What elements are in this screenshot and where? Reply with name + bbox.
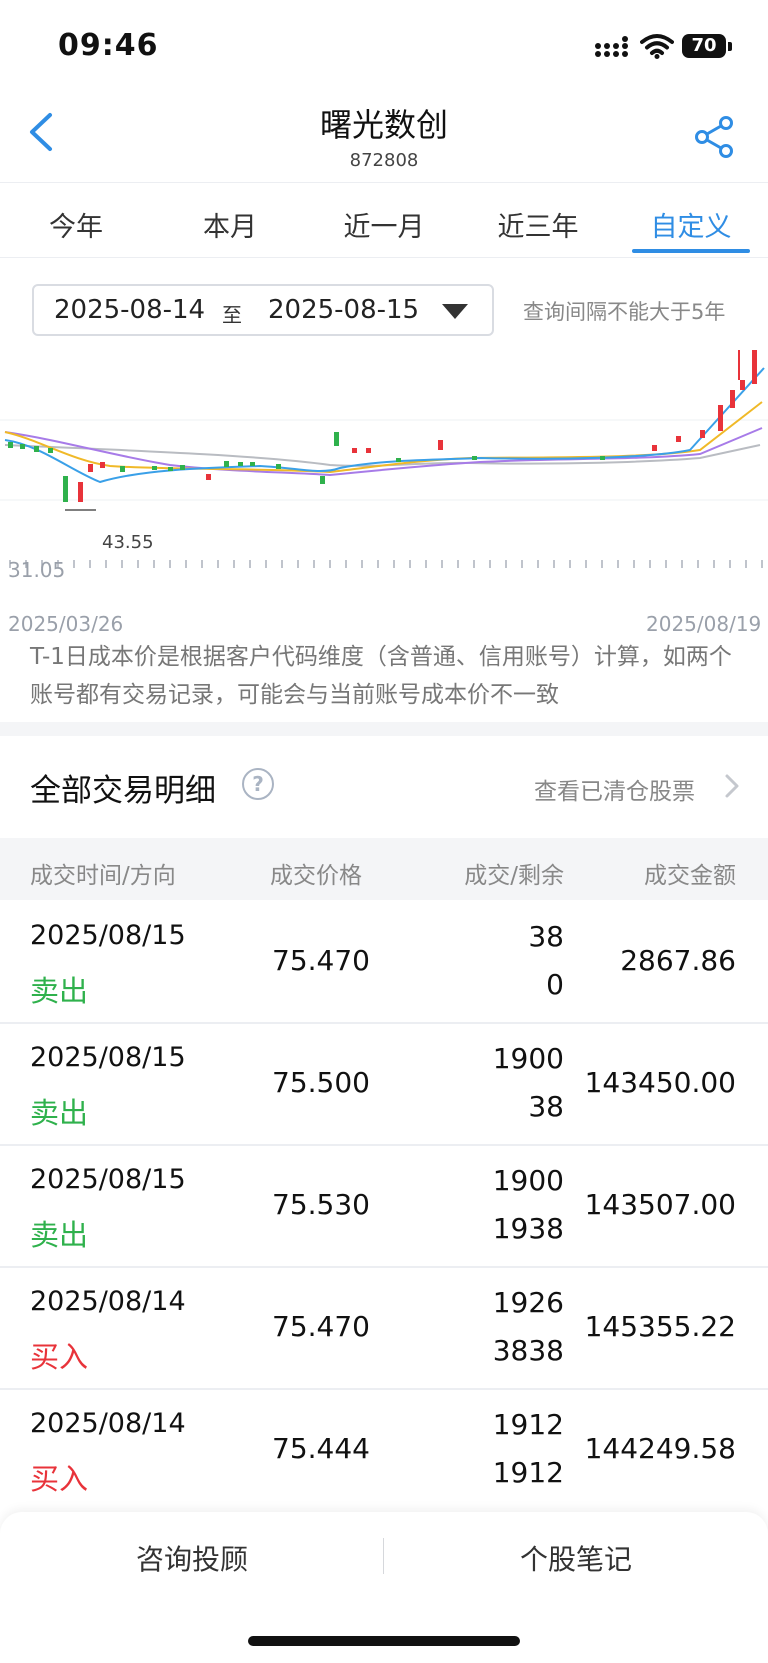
chevron-right-icon[interactable]	[724, 773, 740, 799]
candles-red	[78, 350, 757, 502]
trade-date: 2025/08/14	[30, 1408, 186, 1439]
home-indicator[interactable]	[248, 1636, 520, 1646]
table-row[interactable]: 2025/08/14 买入 75.444 1912 1912 144249.58	[0, 1388, 768, 1510]
date-range-picker[interactable]: 2025-08-14 至 2025-08-15	[32, 284, 494, 336]
page-title: 曙光数创	[319, 106, 448, 144]
date-range-hint: 查询间隔不能大于5年	[523, 300, 726, 324]
table-row[interactable]: 2025/08/14 买入 75.470 1926 3838 145355.22	[0, 1266, 768, 1390]
trade-amount: 144249.58	[584, 1432, 736, 1465]
header-qty-remaining: 成交/剩余	[464, 863, 564, 889]
trade-remaining: 1912	[492, 1456, 564, 1489]
table-header: 成交时间/方向 成交价格 成交/剩余 成交金额	[0, 838, 768, 900]
tab-last-three-years[interactable]: 近三年	[468, 205, 608, 244]
trade-direction: 卖出	[30, 974, 89, 1008]
end-date[interactable]: 2025-08-15	[268, 295, 419, 325]
table-row[interactable]: 2025/08/15 卖出 75.500 1900 38 143450.00	[0, 1022, 768, 1146]
tab-active-indicator	[632, 249, 750, 253]
trade-price: 75.500	[272, 1066, 370, 1099]
share-icon[interactable]	[694, 116, 736, 158]
status-time: 09:46	[58, 28, 159, 63]
ma-line-purple	[4, 427, 763, 477]
trade-price: 75.444	[272, 1432, 370, 1465]
trade-date: 2025/08/14	[30, 1286, 186, 1317]
section-divider	[0, 722, 768, 736]
trade-amount: 145355.22	[584, 1310, 736, 1343]
tab-custom[interactable]: 自定义	[621, 205, 761, 244]
help-icon[interactable]: ?	[242, 768, 274, 800]
view-cleared-stocks-link[interactable]: 查看已清仓股票	[534, 772, 695, 806]
period-tabs: 今年 本月 近一月 近三年 自定义	[0, 182, 768, 258]
trade-price: 75.470	[272, 1310, 370, 1343]
header-price: 成交价格	[270, 863, 362, 889]
table-row[interactable]: 2025/08/15 卖出 75.530 1900 1938 143507.00	[0, 1144, 768, 1268]
trade-qty: 1900	[492, 1164, 564, 1197]
header-time-direction: 成交时间/方向	[30, 863, 176, 889]
table-row[interactable]: 2025/08/15 卖出 75.470 38 0 2867.86	[0, 900, 768, 1024]
trade-direction: 卖出	[30, 1096, 89, 1130]
trade-amount: 143450.00	[584, 1066, 736, 1099]
battery-icon: 70	[682, 34, 726, 58]
cellular-signal-icon	[595, 36, 628, 57]
trade-remaining: 38	[528, 1090, 564, 1123]
trade-direction: 买入	[30, 1462, 89, 1496]
trade-qty: 38	[528, 920, 564, 953]
trade-date: 2025/08/15	[30, 1042, 186, 1073]
x-axis-start-label: 2025/03/26	[8, 612, 124, 636]
trade-price: 75.470	[272, 944, 370, 977]
trade-date: 2025/08/15	[30, 920, 186, 951]
cost-price-note: T-1日成本价是根据客户代码维度（含普通、信用账号）计算，如两个账号都有交易记录…	[30, 644, 732, 708]
x-axis-ticks	[9, 560, 763, 568]
trade-amount: 2867.86	[620, 944, 736, 977]
price-chart: 43.55 31.05 2025/03/26 2025/08/19	[0, 350, 768, 636]
dropdown-caret-icon[interactable]	[442, 304, 468, 319]
trade-direction: 卖出	[30, 1218, 89, 1252]
y-axis-min-label: 31.05	[8, 558, 66, 582]
section-title: 全部交易明细	[30, 773, 216, 809]
stock-code: 872808	[349, 150, 419, 171]
trade-remaining: 1938	[492, 1212, 564, 1245]
trade-amount: 143507.00	[584, 1188, 736, 1221]
trade-date: 2025/08/15	[30, 1164, 186, 1195]
candles-green	[8, 432, 605, 502]
low-price-label: 43.55	[102, 532, 154, 553]
wifi-icon	[640, 34, 674, 59]
consult-advisor-button[interactable]: 咨询投顾	[0, 1538, 384, 1578]
date-separator: 至	[222, 303, 242, 327]
tab-this-year[interactable]: 今年	[6, 205, 146, 244]
header-amount: 成交金额	[644, 863, 736, 889]
trade-qty: 1900	[492, 1042, 564, 1075]
trade-price: 75.530	[272, 1188, 370, 1221]
trade-remaining: 0	[546, 968, 564, 1001]
tab-last-month[interactable]: 近一月	[314, 205, 454, 244]
tab-this-month[interactable]: 本月	[160, 205, 300, 244]
stock-notes-button[interactable]: 个股笔记	[384, 1538, 768, 1578]
trade-direction: 买入	[30, 1340, 89, 1374]
trade-qty: 1926	[492, 1286, 564, 1319]
candlestick-chart	[0, 350, 768, 568]
start-date[interactable]: 2025-08-14	[54, 295, 205, 325]
battery-cap	[728, 42, 732, 51]
trade-remaining: 3838	[492, 1334, 564, 1367]
trade-qty: 1912	[492, 1408, 564, 1441]
x-axis-end-label: 2025/08/19	[646, 612, 762, 636]
